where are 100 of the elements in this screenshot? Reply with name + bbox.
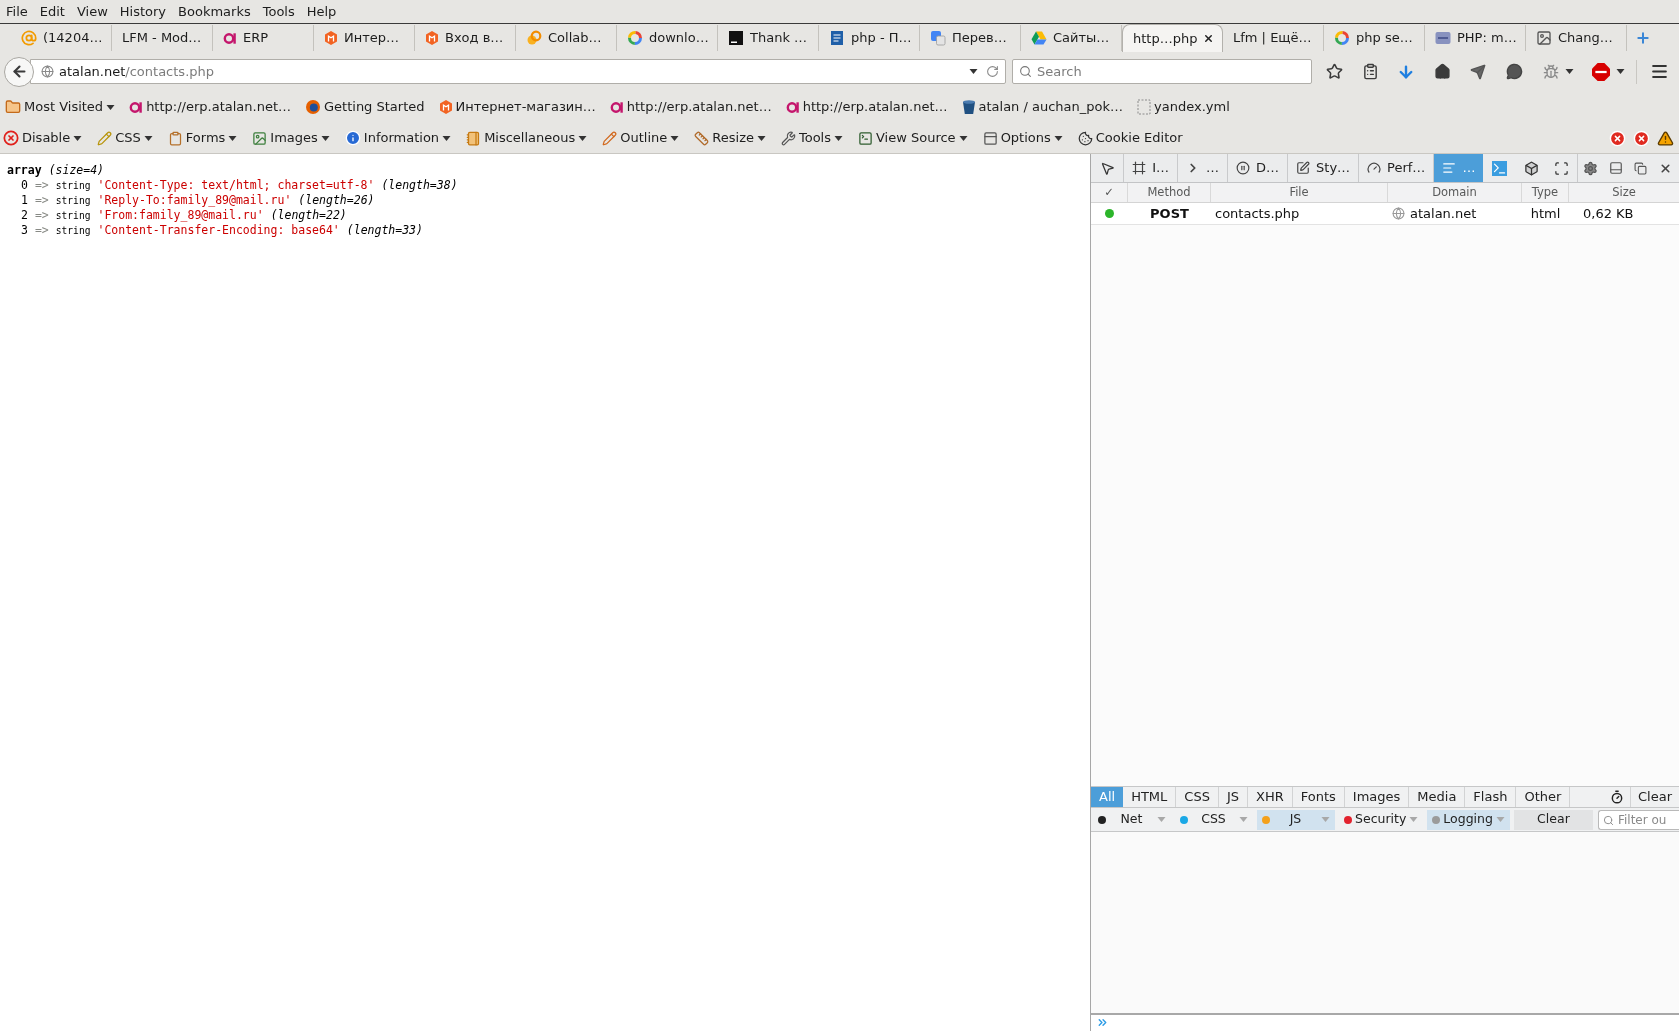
picture-icon (1536, 30, 1552, 46)
console-filter-button[interactable]: Logging (1427, 809, 1510, 830)
devtools-tab[interactable]: Sty… (1288, 154, 1360, 182)
toolbar-menu[interactable]: Disable (3, 126, 83, 150)
console-filter-button[interactable]: JS (1257, 809, 1335, 830)
dump-size-note: (size=4) (48, 163, 104, 178)
bookmark-item[interactable]: Getting Started (303, 95, 427, 119)
column-header[interactable]: Domain (1388, 183, 1522, 202)
caret-icon (1615, 69, 1625, 74)
column-header[interactable]: Method (1128, 183, 1211, 202)
browser-tab[interactable]: (14204… (11, 25, 112, 51)
error-icon (1609, 129, 1626, 147)
menu-icon (1649, 62, 1669, 81)
browser-tab[interactable]: php - П… (819, 25, 920, 51)
dump-arrow: => (34, 208, 49, 223)
toolbar-menu[interactable]: Outline (602, 126, 680, 150)
browser-tab[interactable]: Интер… (314, 25, 415, 51)
dump-arrow: => (34, 193, 49, 208)
console-filter-button[interactable]: Net (1093, 809, 1171, 830)
caret-icon (73, 135, 83, 141)
dump-value: 'From:family_89@mail.ru' (97, 208, 264, 223)
stop-sign-icon (1591, 62, 1610, 81)
browser-tab[interactable]: Collab… (516, 25, 617, 51)
caret-icon (320, 135, 330, 141)
devtools-tab[interactable]: I… (1124, 154, 1178, 182)
browser-tab[interactable]: http…php (1122, 24, 1223, 52)
console-input-field[interactable] (1091, 1013, 1679, 1031)
prompt-chevrons-icon (1096, 1016, 1109, 1029)
caret-icon (1053, 135, 1063, 141)
hash-icon (1132, 161, 1147, 175)
menu-item[interactable]: Tools (256, 0, 301, 23)
toolbar-menu[interactable]: Resize (694, 126, 766, 150)
browser-tab[interactable]: Перев… (920, 25, 1021, 51)
panel-icon (982, 130, 998, 146)
notebook-icon (466, 130, 482, 146)
toolbar-menu[interactable]: Tools (780, 126, 843, 150)
bookmarks-folder[interactable]: Most Visited (3, 95, 118, 119)
caret-icon (143, 135, 153, 141)
ring-logo-icon (129, 101, 144, 113)
console-filter-button[interactable]: Security (1339, 809, 1424, 830)
browser-tab[interactable]: LFM - Mod… (112, 25, 213, 51)
toolbar-menu[interactable]: Miscellaneous (466, 126, 588, 150)
browser-tab[interactable]: PHP: m… (1425, 25, 1526, 51)
dump-length: (length=38) (381, 178, 458, 193)
devtools-tab[interactable]: D… (1228, 154, 1289, 182)
menu-item[interactable]: View (70, 0, 114, 23)
bookmark-item[interactable]: yandex.yml (1135, 95, 1232, 119)
colored-ring-icon (1334, 30, 1350, 46)
menu-item[interactable]: File (0, 0, 34, 23)
browser-tab[interactable]: Lfm | Ещё… (1223, 25, 1324, 51)
pointer-icon (1099, 160, 1115, 176)
star-icon (1325, 63, 1343, 80)
bucket-icon (961, 99, 976, 115)
column-header[interactable]: Type (1522, 183, 1569, 202)
browser-tab[interactable]: php se… (1324, 25, 1425, 51)
toolbar-menu[interactable]: CSS (97, 126, 153, 150)
hexagon-logo-icon (324, 30, 338, 46)
column-header[interactable]: Size (1569, 183, 1679, 202)
browser-tab[interactable]: downlo… (617, 25, 718, 51)
bookmark-item[interactable]: http://erp.atalan.net… (607, 95, 774, 119)
menu-item[interactable]: Edit (33, 0, 71, 23)
column-header[interactable]: ✓ (1091, 183, 1128, 202)
bookmark-item[interactable]: Интернет-магазин… (436, 95, 598, 119)
toolbar-menu[interactable]: View Source (858, 126, 968, 150)
filter-field[interactable]: Filter ou (1597, 809, 1679, 830)
dump-type: string (55, 179, 91, 193)
dump-key: 3 (21, 223, 28, 238)
bookmark-item[interactable]: http://erp.atalan.net… (127, 95, 293, 119)
toolbar-menu[interactable]: Options (982, 126, 1063, 150)
devtools-tab[interactable]: … (1178, 154, 1228, 182)
browser-tab[interactable]: Chang… (1526, 25, 1627, 51)
browser-tab[interactable]: Thank … (718, 25, 819, 51)
column-header[interactable]: File (1211, 183, 1388, 202)
back-button[interactable] (4, 56, 34, 87)
clipboard-icon (167, 130, 183, 146)
back-arrow-icon (10, 63, 28, 80)
browser-tab[interactable]: ERP (213, 25, 314, 51)
address-field[interactable]: atalan.net/contacts.php (30, 59, 1006, 84)
browser-tab[interactable]: Вход в… (415, 25, 516, 51)
menu-item[interactable]: History (113, 0, 173, 23)
bookmark-item[interactable]: atalan / auchan_pok… (959, 95, 1126, 119)
warning-icon (1657, 129, 1674, 147)
menu-item[interactable]: Bookmarks (172, 0, 257, 23)
separate-window-icon (1634, 161, 1647, 175)
caret-icon (1495, 817, 1505, 822)
ring-logo-icon (223, 32, 237, 44)
toolbar-menu[interactable]: Images (252, 126, 330, 150)
toolbar-menu[interactable]: Forms (167, 126, 238, 150)
caret-icon (1564, 69, 1574, 74)
menu-item[interactable]: Help (300, 0, 343, 23)
toolbar-button[interactable]: Cookie Editor (1077, 126, 1183, 150)
toolbar-menu[interactable]: Information (344, 126, 452, 150)
triangle-logo-icon (1031, 30, 1047, 46)
clear-button[interactable]: Clear (1513, 809, 1593, 830)
search-field[interactable]: Search (1012, 59, 1312, 84)
bookmark-item[interactable]: http://erp.atalan.net… (783, 95, 950, 119)
caret-icon (958, 135, 968, 141)
document-icon (829, 30, 845, 46)
wrench-icon (780, 130, 796, 146)
console-filter-button[interactable]: CSS (1175, 809, 1253, 830)
